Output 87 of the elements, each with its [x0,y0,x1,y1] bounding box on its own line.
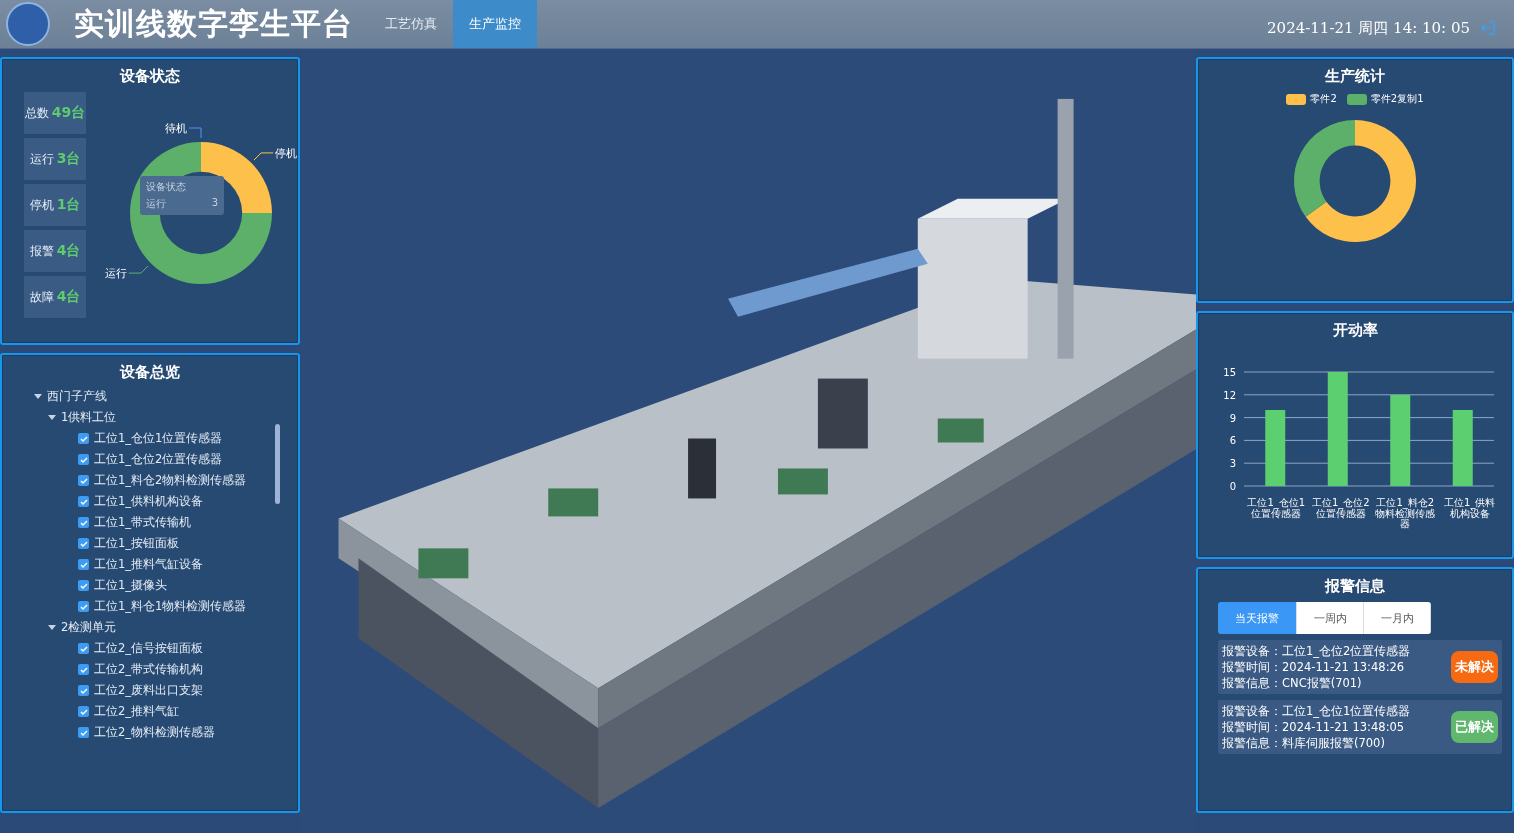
stat-label: 停机 [29,196,54,214]
legend-swatch [1286,93,1307,105]
tree-item[interactable]: 工位1_料仓1物料检测传感器 [94,599,247,614]
panel-title: 报警信息 [1325,577,1385,596]
checkbox[interactable] [78,706,89,717]
axis-category-label: 工位1_仓位2位置传感器 [1310,498,1371,521]
tree-item[interactable]: 工位1_摄像头 [94,578,168,593]
axis-tick-label: 15 [1223,367,1236,378]
panel-title: 生产统计 [1325,67,1385,86]
status-badge: 已解决 [1451,711,1498,743]
tree-item[interactable]: 2检测单元 [61,620,117,635]
leader-line [188,127,202,139]
datetime: 2024-11-21 周四 14: 10: 05 [1267,18,1470,38]
alarm-detail: 报警设备：工位1_仓位2位置传感器 [1222,643,1412,659]
slice-label: 待机 [165,122,187,135]
panel-title: 设备总览 [120,363,180,382]
stat-label: 故障 [29,288,54,306]
checkbox[interactable] [78,496,89,507]
tree-item[interactable]: 西门子产线 [47,389,107,404]
tree-item[interactable]: 1供料工位 [61,410,117,425]
caret-icon[interactable] [48,625,56,630]
leader-line [128,265,149,274]
checkbox[interactable] [78,601,89,612]
axis-category-label: 工位1_仓位1位置传感器 [1246,498,1307,521]
checkbox[interactable] [78,559,89,570]
tree-item[interactable]: 工位2_推料气缸 [94,704,180,719]
tree-item[interactable]: 工位2_物料检测传感器 [94,725,216,740]
nav-tab[interactable]: 生产监控 [453,0,537,48]
checkbox[interactable] [78,454,89,465]
axis-tick-label: 0 [1229,481,1236,492]
checkbox[interactable] [78,517,89,528]
alarm-detail: 报警信息：料库伺服报警(700) [1222,735,1386,751]
tree-item[interactable]: 工位2_信号按钮面板 [94,641,204,656]
axis-tick-label: 9 [1229,412,1236,424]
caret-icon[interactable] [48,415,56,420]
checkbox[interactable] [78,580,89,591]
checkbox[interactable] [78,664,89,675]
stat-value: 1台 [56,196,81,214]
checkbox[interactable] [78,538,89,549]
status-badge: 未解决 [1451,651,1498,683]
caret-icon[interactable] [34,394,42,399]
tree-item[interactable]: 工位1_仓位1位置传感器 [94,431,223,446]
checkbox[interactable] [78,475,89,486]
scrollbar-thumb[interactable] [275,424,280,504]
stat-label: 运行 [29,150,54,168]
axis-tick-label: 3 [1229,458,1236,470]
stat-label: 总数 [24,104,49,122]
slice-label: 运行 [104,267,127,281]
axis-category-label: 工位1_料仓2物料检测传感器 [1374,498,1437,530]
leader-line [253,152,274,161]
tree-item[interactable]: 工位2_带式传输机构 [94,662,204,677]
stat-label: 报警 [29,242,54,260]
axis-tick-label: 12 [1223,389,1236,401]
stat-value: 4台 [56,242,81,260]
filter-tab[interactable]: 一月内 [1364,602,1431,634]
alarm-detail: 报警时间：2024-11-21 13:48:26 [1222,659,1406,675]
checkbox[interactable] [78,685,89,696]
tooltip-title: 设备状态 [146,180,187,194]
app-title: 实训线数字孪生平台 [73,4,353,43]
stat-value: 49台 [51,104,86,122]
tree-item[interactable]: 工位1_按钮面板 [94,536,180,551]
panel-title: 开动率 [1332,321,1378,340]
alarm-detail: 报警时间：2024-11-21 13:48:05 [1222,719,1406,735]
tree-item[interactable]: 工位1_供料机构设备 [94,494,204,509]
tooltip-label: 运行 [146,197,166,211]
tree-item[interactable]: 工位2_废料出口支架 [94,683,204,698]
axis-category-label: 工位1_供料机构设备 [1443,498,1497,521]
legend-label: 零件2 [1310,92,1337,106]
slice-label: 停机 [275,146,298,160]
alarm-detail: 报警信息：CNC报警(701) [1222,675,1363,691]
tree-item[interactable]: 工位1_带式传输机 [94,515,192,530]
axis-tick-label: 6 [1229,435,1236,447]
stat-value: 3台 [56,150,81,168]
tree-item[interactable]: 工位1_仓位2位置传感器 [94,452,223,467]
tree-item[interactable]: 工位1_推料气缸设备 [94,557,204,572]
checkbox[interactable] [78,727,89,738]
panel-title: 设备状态 [120,67,180,86]
alarm-detail: 报警设备：工位1_仓位1位置传感器 [1222,703,1412,719]
checkbox[interactable] [78,433,89,444]
stat-value: 4台 [56,288,81,306]
legend-label: 零件2复制1 [1370,92,1424,106]
tooltip-value: 3 [211,197,218,210]
logo-icon [6,2,50,46]
filter-tab[interactable]: 一周内 [1297,602,1364,634]
legend-swatch [1346,93,1367,105]
checkbox[interactable] [78,643,89,654]
tree-item[interactable]: 工位1_料仓2物料检测传感器 [94,473,247,488]
